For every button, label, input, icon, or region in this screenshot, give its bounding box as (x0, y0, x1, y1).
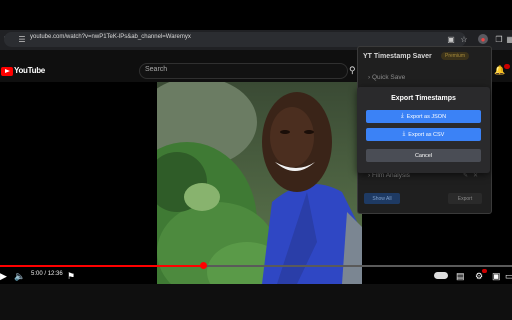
section-film-analysis-label: Film Analysis (371, 172, 410, 179)
export-csv-label: Export as CSV (408, 131, 445, 138)
section-quick-save[interactable]: › Quick Save (368, 74, 405, 81)
play-icon[interactable]: ▶ (0, 270, 7, 282)
video-frame[interactable] (157, 82, 362, 284)
search-input[interactable] (139, 63, 348, 79)
export-json-button[interactable]: ⤓ Export as JSON (366, 110, 481, 123)
search-icon[interactable]: ⚲ (349, 65, 356, 76)
save-to-playlist-icon[interactable]: ⚑ (67, 270, 75, 282)
export-button[interactable]: Export (448, 193, 482, 204)
edit-icon[interactable]: ✎ (463, 172, 468, 179)
extension-icon[interactable]: ● (478, 34, 488, 44)
time-display: 5:00 / 12:36 (31, 271, 63, 277)
miniplayer-icon[interactable]: ▣ (492, 270, 501, 282)
download-icon: ⤓ (402, 131, 406, 137)
theater-mode-icon[interactable]: ▭ (505, 270, 512, 282)
volume-icon[interactable]: 🔈 (14, 270, 25, 282)
subtitles-icon[interactable]: ▤ (456, 270, 465, 282)
notification-badge (504, 64, 510, 69)
cancel-label: Cancel (414, 152, 433, 159)
extension-title: YT Timestamp Saver (363, 53, 432, 60)
show-all-button[interactable]: Show All (364, 193, 400, 204)
autoplay-toggle[interactable] (434, 272, 448, 279)
site-info-icon[interactable]: ☰ (17, 34, 27, 44)
hd-badge (482, 269, 487, 273)
progress-bar-fill (0, 265, 204, 267)
export-json-label: Export as JSON (406, 113, 447, 120)
section-quick-save-label: Quick Save (371, 74, 406, 81)
delete-icon[interactable]: ✕ (473, 172, 478, 179)
browser-tab-strip (0, 0, 512, 30)
bookmark-star-icon[interactable]: ☆ (459, 34, 469, 44)
time-separator: / (44, 271, 47, 277)
youtube-logo-text[interactable]: YouTube (14, 66, 45, 75)
section-film-analysis[interactable]: › Film Analysis (368, 172, 410, 179)
tab-search-icon[interactable]: ▦ (505, 34, 512, 44)
install-app-icon[interactable]: ▣ (446, 34, 456, 44)
premium-badge: Premium (441, 52, 470, 60)
dialog-title: Export Timestamps (391, 95, 456, 102)
duration: 12:36 (47, 271, 63, 277)
extensions-puzzle-icon[interactable]: ❒ (494, 34, 504, 44)
export-csv-button[interactable]: ⤓ Export as CSV (366, 128, 481, 141)
url-text: youtube.com/watch?v=nwP1TeK-lPs&ab_chann… (30, 34, 191, 40)
current-time: 5:00 (31, 271, 43, 277)
download-icon: ⤓ (400, 113, 404, 119)
cancel-button[interactable]: Cancel (366, 149, 481, 162)
search-placeholder: Search (145, 66, 168, 73)
video-content-image (157, 82, 362, 284)
play-triangle-icon (5, 69, 10, 73)
